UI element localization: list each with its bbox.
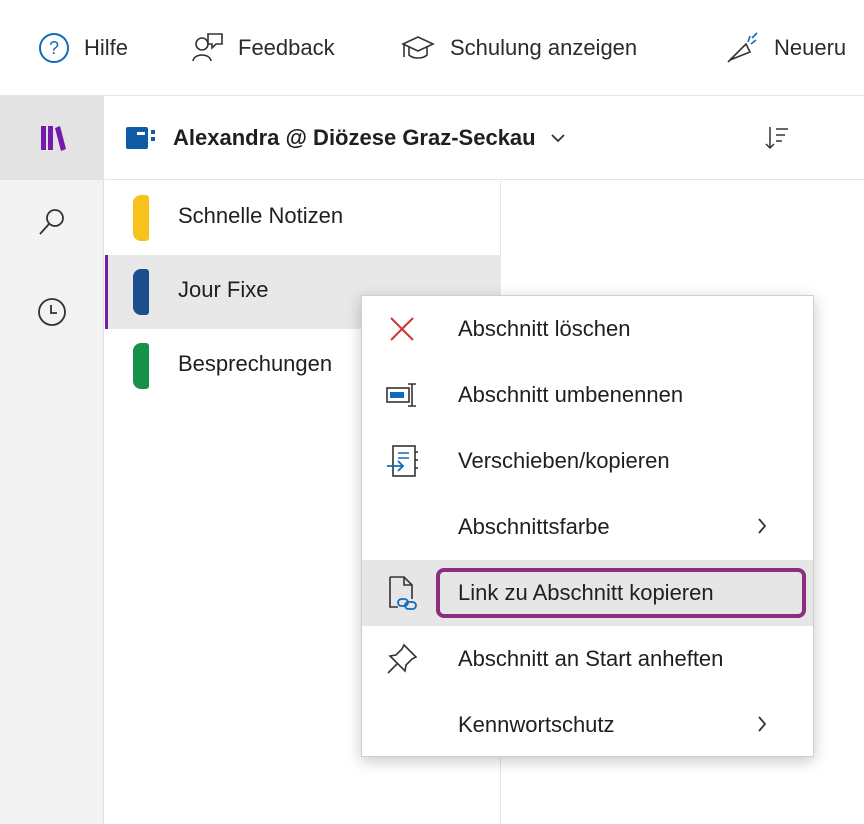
section-label: Besprechungen [178, 351, 333, 376]
menu-item-rename-section[interactable]: Abschnitt umbenennen [362, 362, 813, 428]
section-context-menu: Abschnitt löschen Abschnitt umbenennen V… [361, 295, 814, 757]
menu-item-pin-to-start[interactable]: Abschnitt an Start anheften [362, 626, 813, 692]
menu-item-move-copy[interactable]: Verschieben/kopieren [362, 428, 813, 494]
sort-button[interactable] [757, 118, 797, 158]
section-color-tab [133, 343, 149, 389]
graduation-cap-icon [401, 36, 435, 59]
menu-item-label: Abschnitt an Start anheften [458, 646, 724, 671]
training-button[interactable]: Schulung anzeigen [400, 26, 637, 70]
selection-indicator [105, 255, 108, 329]
chevron-right-icon [758, 518, 767, 534]
top-ribbon: ? Hilfe Feedback Schulung anzeigen Neuer… [0, 0, 864, 96]
help-icon: ? [39, 33, 69, 63]
notebook-header: Alexandra @ Diözese Graz-Seckau [105, 96, 864, 180]
menu-item-delete-section[interactable]: Abschnitt löschen [362, 296, 813, 362]
move-copy-icon [382, 441, 422, 481]
left-rail [0, 96, 104, 824]
section-color-tab [133, 195, 149, 241]
training-label: Schulung anzeigen [450, 35, 638, 60]
help-button[interactable]: ? Hilfe [38, 26, 128, 70]
megaphone-icon [727, 32, 758, 63]
search-button[interactable] [0, 180, 104, 264]
clock-icon [38, 298, 66, 326]
sort-icon [765, 127, 788, 150]
notebook-switcher[interactable]: Alexandra @ Diözese Graz-Seckau [125, 114, 566, 162]
menu-item-label: Abschnittsfarbe [458, 514, 610, 539]
menu-item-label: Verschieben/kopieren [458, 448, 670, 473]
chevron-down-icon [550, 134, 565, 143]
section-color-tab [133, 269, 149, 315]
section-label: Schnelle Notizen [178, 203, 344, 228]
svg-text:?: ? [49, 38, 59, 58]
notebooks-icon [41, 126, 66, 151]
menu-item-label: Abschnitt löschen [458, 316, 631, 341]
whats-new-button[interactable]: Neueru [724, 26, 846, 70]
menu-item-label: Kennwortschutz [458, 712, 615, 737]
notebooks-button[interactable] [0, 96, 104, 180]
menu-item-label: Link zu Abschnitt kopieren [458, 580, 714, 605]
section-item[interactable]: Schnelle Notizen [105, 181, 501, 255]
feedback-button[interactable]: Feedback [190, 26, 335, 70]
copy-link-icon [382, 573, 422, 613]
rename-icon [382, 375, 422, 415]
notebook-title: Alexandra @ Diözese Graz-Seckau [173, 125, 536, 150]
feedback-label: Feedback [238, 35, 335, 60]
menu-item-label: Abschnitt umbenennen [458, 382, 684, 407]
pin-icon [382, 639, 422, 679]
whats-new-label: Neueru [774, 35, 847, 60]
menu-item-copy-link[interactable]: Link zu Abschnitt kopieren [362, 560, 813, 626]
menu-item-section-color[interactable]: Abschnittsfarbe [362, 494, 813, 560]
menu-item-password-protection[interactable]: Kennwortschutz [362, 692, 813, 758]
help-label: Hilfe [84, 35, 129, 60]
notebook-icon [126, 127, 155, 149]
section-label: Jour Fixe [178, 277, 269, 302]
feedback-icon [192, 33, 223, 62]
recent-button[interactable] [0, 270, 104, 354]
chevron-right-icon [758, 716, 767, 732]
delete-x-icon [382, 309, 422, 349]
search-icon [39, 209, 64, 235]
